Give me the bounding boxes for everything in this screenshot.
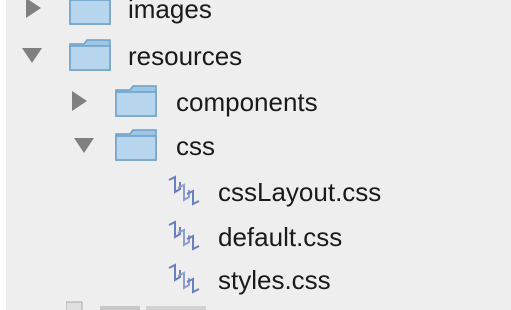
tree-item-label: cssLayout.css [218, 177, 382, 207]
folder-icon [69, 39, 111, 71]
disclosure-expanded-icon[interactable] [22, 48, 42, 63]
folder-icon [115, 85, 157, 117]
tree-item-label: default.css [218, 222, 343, 252]
css-file-icon [168, 220, 200, 251]
folder-icon [115, 129, 157, 161]
tree-item-label: styles.css [218, 265, 331, 295]
tree-row-components[interactable]: components [6, 80, 511, 124]
tree-row-resources[interactable]: resources [6, 34, 511, 78]
disclosure-collapsed-icon[interactable] [26, 0, 41, 18]
css-file-icon [168, 263, 200, 294]
css-file-icon [168, 175, 200, 206]
file-tree-panel: images resources components css cssLayou… [6, 0, 511, 310]
disclosure-collapsed-icon[interactable] [72, 91, 87, 111]
tree-item-label: components [176, 87, 318, 117]
folder-icon [69, 0, 111, 25]
partial-row-hint [66, 301, 206, 310]
tree-row-default[interactable]: default.css [6, 215, 511, 259]
disclosure-expanded-icon[interactable] [74, 138, 94, 153]
tree-row-images[interactable]: images [6, 0, 511, 25]
tree-item-label: resources [128, 41, 243, 71]
tree-item-label: images [128, 0, 212, 24]
tree-item-label: css [176, 131, 215, 161]
tree-row-csslayout[interactable]: cssLayout.css [6, 170, 511, 214]
tree-row-css[interactable]: css [6, 126, 511, 170]
